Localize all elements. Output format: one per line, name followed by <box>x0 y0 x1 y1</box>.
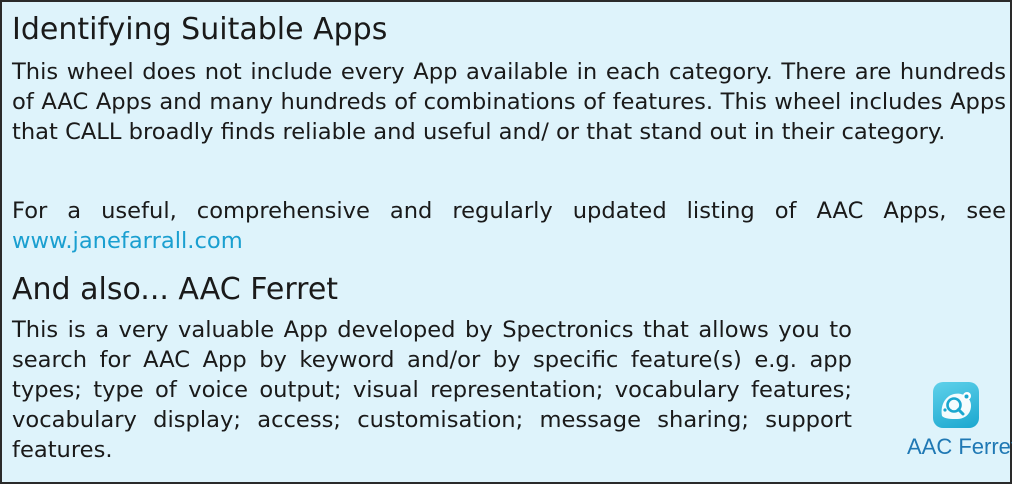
aac-ferret-app[interactable]: AAC Ferret <box>907 382 1012 462</box>
section-heading-aac-ferret: And also... AAC Ferret <box>12 272 339 307</box>
info-panel: Identifying Suitable Apps This wheel doe… <box>0 0 1012 484</box>
listing-paragraph: For a useful, comprehensive and regularl… <box>12 196 1006 256</box>
section-heading-identifying-apps: Identifying Suitable Apps <box>12 12 388 47</box>
wheel-description-paragraph: This wheel does not include every App av… <box>12 59 1006 145</box>
aac-ferret-label: AAC Ferret <box>907 434 1012 459</box>
listing-text: For a useful, comprehensive and regularl… <box>12 198 1006 224</box>
ferret-description-paragraph: This is a very valuable App developed by… <box>12 317 852 463</box>
janefarrall-link[interactable]: www.janefarrall.com <box>12 228 243 254</box>
ferret-app-icon[interactable] <box>933 382 979 428</box>
